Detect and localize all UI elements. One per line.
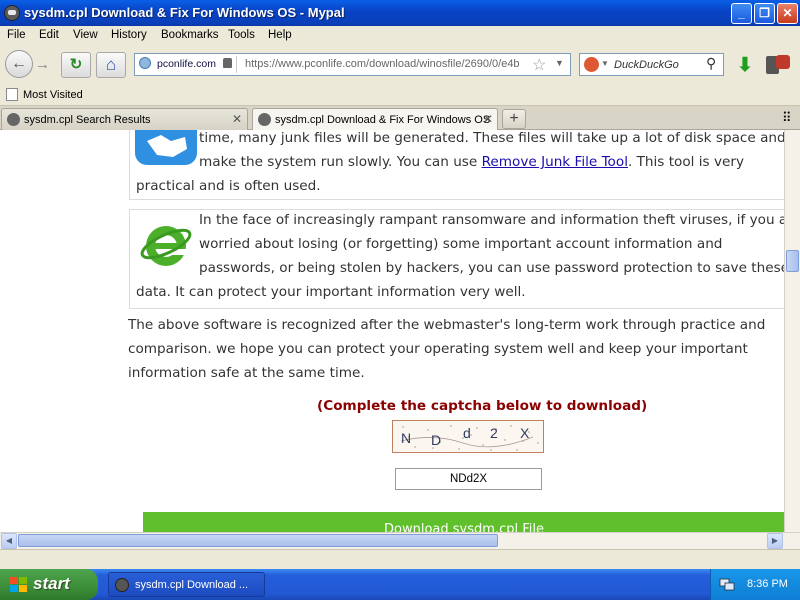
menu-file[interactable]: File <box>7 29 26 41</box>
tab-search-results[interactable]: sysdm.cpl Search Results ✕ <box>1 108 248 130</box>
download-icon[interactable]: ⬇ <box>734 54 756 76</box>
captcha-char: d <box>463 425 471 441</box>
new-tab-button[interactable]: + <box>502 109 526 129</box>
captcha-char: N <box>401 430 412 446</box>
page-content: time, many junk files will be generated.… <box>0 130 784 532</box>
scroll-right-arrow-icon[interactable]: ▶ <box>767 533 783 549</box>
tab-sysdm-download[interactable]: sysdm.cpl Download & Fix For Windows OS … <box>252 108 498 130</box>
back-button[interactable]: ← <box>5 50 33 78</box>
search-bar[interactable]: ▼ DuckDuckGo ⚲ <box>579 53 724 76</box>
menu-bar: File Edit View History Bookmarks Tools H… <box>0 26 800 46</box>
software-card-junk: time, many junk files will be generated.… <box>129 130 784 200</box>
menu-history[interactable]: History <box>111 29 147 41</box>
restore-button[interactable]: ❐ <box>754 3 775 24</box>
taskbar-item-label: sysdm.cpl Download ... <box>135 579 249 591</box>
close-window-button[interactable]: ✕ <box>777 3 798 24</box>
minimize-button[interactable]: _ <box>731 3 752 24</box>
tab-strip: sysdm.cpl Search Results ✕ sysdm.cpl Dow… <box>0 106 800 130</box>
title-bar[interactable]: sysdm.cpl Download & Fix For Windows OS … <box>0 0 800 26</box>
tab-favicon-icon <box>258 113 271 126</box>
search-engine-dropdown-icon[interactable]: ▼ <box>601 59 609 68</box>
card-text-line: passwords, or being stolen by hackers, y… <box>199 260 784 276</box>
scroll-left-arrow-icon[interactable]: ◀ <box>1 533 17 549</box>
captcha-image[interactable]: N D d 2 X <box>392 420 544 453</box>
card-text-line: time, many junk files will be generated.… <box>199 130 784 146</box>
download-file-button[interactable]: Download sysdm.cpl File <box>143 512 784 532</box>
software-card-password: In the face of increasingly rampant rans… <box>129 209 784 309</box>
menu-bookmarks[interactable]: Bookmarks <box>161 29 219 41</box>
search-icon[interactable]: ⚲ <box>706 55 716 72</box>
url-bar[interactable]: pconlife.com https://www.pconlife.com/do… <box>134 53 571 76</box>
home-button[interactable]: ⌂ <box>96 52 126 78</box>
card-text-line: practical and is often used. <box>136 178 321 194</box>
ie-style-e-icon <box>140 214 192 266</box>
start-button[interactable]: start <box>0 569 98 600</box>
summary-paragraph-line: comparison. we hope you can protect your… <box>128 341 748 357</box>
ublock-icon[interactable] <box>776 55 790 69</box>
bookmark-star-icon[interactable]: ☆ <box>532 55 546 75</box>
status-bar <box>0 549 800 569</box>
card-text-line: data. It can protect your important info… <box>136 284 526 300</box>
handshake-icon <box>135 130 197 165</box>
captcha-char: X <box>520 425 530 441</box>
list-all-tabs-icon[interactable]: ⠿ <box>782 110 792 126</box>
vertical-scrollbar-thumb[interactable] <box>786 250 799 272</box>
system-clock: 8:36 PM <box>747 578 788 590</box>
most-visited-bookmark[interactable]: Most Visited <box>23 89 83 101</box>
tab-favicon-icon <box>7 113 20 126</box>
vertical-scrollbar[interactable] <box>784 130 800 532</box>
bookmark-page-icon <box>6 88 18 101</box>
forward-button[interactable]: → <box>35 56 50 73</box>
remove-junk-file-tool-link[interactable]: Remove Junk File Tool <box>482 154 628 170</box>
menu-help[interactable]: Help <box>268 29 292 41</box>
network-tray-icon[interactable] <box>719 577 735 592</box>
start-label: start <box>33 574 70 593</box>
url-dropdown-icon[interactable]: ▼ <box>555 58 564 68</box>
horizontal-scrollbar-thumb[interactable] <box>18 534 498 547</box>
lock-icon <box>223 58 232 68</box>
menu-edit[interactable]: Edit <box>39 29 59 41</box>
menu-view[interactable]: View <box>73 29 98 41</box>
card-text-line: make the system run slowly. You can use … <box>199 154 744 170</box>
summary-paragraph-line: information safe at the same time. <box>128 365 365 381</box>
taskbar-item-mypal[interactable]: sysdm.cpl Download ... <box>108 572 265 597</box>
windows-logo-icon <box>10 577 27 592</box>
captcha-input[interactable]: NDd2X <box>395 468 542 490</box>
url-text[interactable]: https://www.pconlife.com/download/winosf… <box>245 58 525 70</box>
tab-label: sysdm.cpl Download & Fix For Windows OS <box>275 114 491 126</box>
duckduckgo-icon[interactable] <box>584 57 599 72</box>
tab-close-icon[interactable]: ✕ <box>232 112 242 126</box>
card-text-line: In the face of increasingly rampant rans… <box>199 212 784 228</box>
captcha-title: (Complete the captcha below to download) <box>317 398 648 414</box>
captcha-char: 2 <box>490 425 498 441</box>
globe-icon <box>139 57 151 69</box>
site-identity-button[interactable]: pconlife.com <box>137 56 237 73</box>
site-identity-label: pconlife.com <box>157 58 216 70</box>
search-input[interactable]: DuckDuckGo <box>614 59 679 71</box>
card-text-line: worried about losing (or forgetting) som… <box>199 236 723 252</box>
menu-tools[interactable]: Tools <box>228 29 255 41</box>
mypal-taskbar-icon <box>115 578 129 592</box>
system-tray: 8:36 PM <box>710 569 800 600</box>
window-title: sysdm.cpl Download & Fix For Windows OS … <box>24 5 345 20</box>
mypal-app-icon <box>4 5 20 21</box>
captcha-char: D <box>431 432 442 448</box>
summary-paragraph-line: The above software is recognized after t… <box>128 317 766 333</box>
tab-label: sysdm.cpl Search Results <box>24 114 151 126</box>
reload-button[interactable]: ↻ <box>61 52 91 78</box>
tab-close-icon[interactable]: ✕ <box>483 112 493 126</box>
bookmarks-toolbar: Most Visited <box>0 84 800 106</box>
